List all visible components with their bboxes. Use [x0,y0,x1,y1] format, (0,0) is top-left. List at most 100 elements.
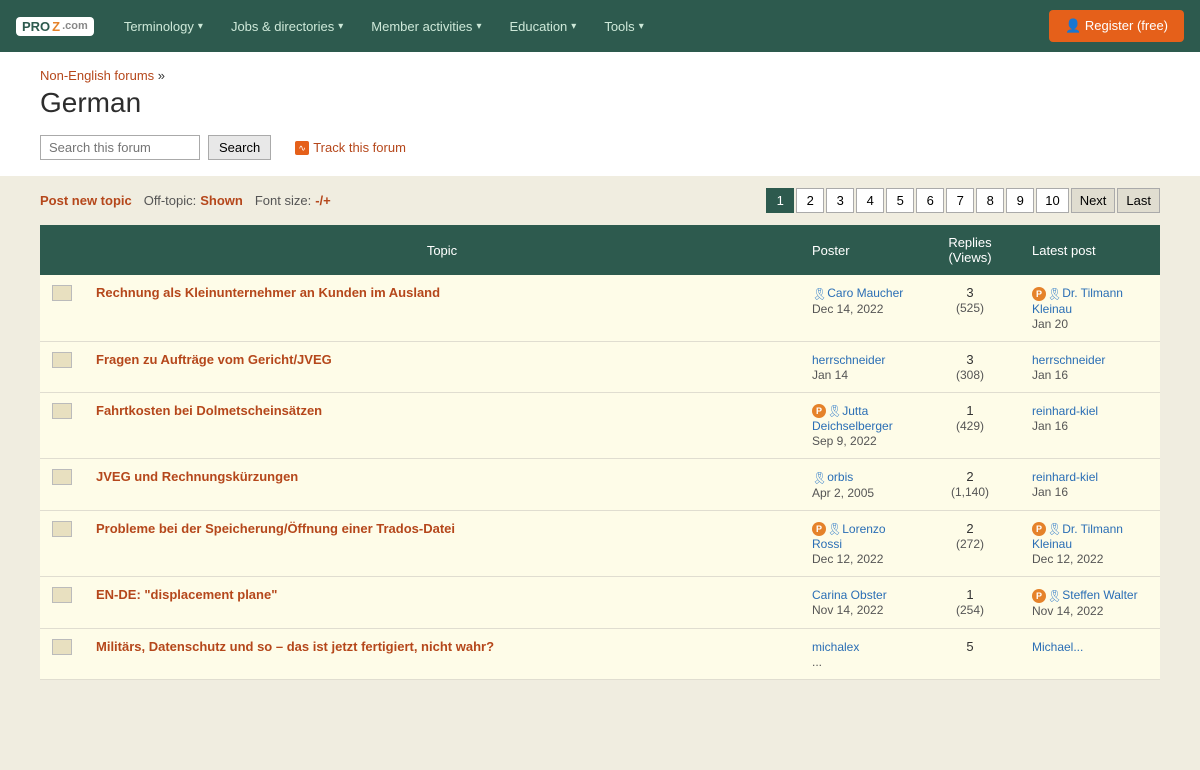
track-forum-link[interactable]: ∿ Track this forum [295,140,406,155]
nav-tools[interactable]: Tools ▾ [594,13,653,40]
table-row: Fragen zu Aufträge vom Gericht/JVEG herrs… [40,341,1160,392]
search-button[interactable]: Search [208,135,271,160]
replies-cell: 3(308) [920,341,1020,392]
post-type-icon [52,639,72,655]
nav-member-activities[interactable]: Member activities ▾ [361,13,491,40]
replies-views: (1,140) [951,485,989,499]
pro-badge: P [812,522,826,536]
replies-count: 2 [966,521,973,536]
next-page-button[interactable]: Next [1071,188,1116,213]
page-5-button[interactable]: 5 [886,188,914,213]
topic-link[interactable]: JVEG und Rechnungskürzungen [96,469,298,484]
latest-poster-link[interactable]: Steffen Walter [1062,588,1137,602]
post-type-icon [52,469,72,485]
breadcrumb-parent-link[interactable]: Non-English forums [40,68,154,83]
nav-education[interactable]: Education ▾ [499,13,586,40]
ribbon-badge: 🎗 [827,404,842,418]
page-4-button[interactable]: 4 [856,188,884,213]
topic-cell: JVEG und Rechnungskürzungen [84,459,800,511]
poster-cell: 🎗Caro MaucherDec 14, 2022 [800,275,920,341]
poster-name-link[interactable]: Caro Maucher [827,286,903,300]
replies-count: 3 [966,352,973,367]
poster-name-link[interactable]: orbis [827,470,853,484]
page-8-button[interactable]: 8 [976,188,1004,213]
topic-link[interactable]: Fragen zu Aufträge vom Gericht/JVEG [96,352,332,367]
latest-date: Nov 14, 2022 [1032,604,1103,618]
nav-jobs[interactable]: Jobs & directories ▾ [221,13,353,40]
page-7-button[interactable]: 7 [946,188,974,213]
latest-cell: herrschneiderJan 16 [1020,341,1160,392]
poster-name-link[interactable]: Carina Obster [812,588,887,602]
poster-date: Nov 14, 2022 [812,603,883,617]
page-2-button[interactable]: 2 [796,188,824,213]
fontsize-controls[interactable]: -/+ [315,193,331,208]
post-type-icon [52,352,72,368]
table-row: Rechnung als Kleinunternehmer an Kunden … [40,275,1160,341]
topic-link[interactable]: EN-DE: "displacement plane" [96,587,277,602]
nav-terminology[interactable]: Terminology ▾ [114,13,213,40]
chevron-down-icon: ▾ [338,21,343,32]
poster-name-link[interactable]: herrschneider [812,353,885,367]
row-icon-cell [40,341,84,392]
offtopic-label: Off-topic: [144,193,197,208]
search-input[interactable] [40,135,200,160]
replies-cell: 2(1,140) [920,459,1020,511]
poster-cell: 🎗orbisApr 2, 2005 [800,459,920,511]
chevron-down-icon: ▾ [571,21,576,32]
latest-poster-link[interactable]: reinhard-kiel [1032,404,1098,418]
table-row: Probleme bei der Speicherung/Öffnung ein… [40,510,1160,577]
latest-cell: Michael... [1020,628,1160,679]
topic-link[interactable]: Militärs, Datenschutz und so – das ist j… [96,639,494,654]
pagination: 1 2 3 4 5 6 7 8 9 10 Next Last [766,188,1160,213]
col-header-icon [40,225,84,275]
track-label: Track this forum [313,140,406,155]
offtopic-shown[interactable]: Shown [200,193,243,208]
row-icon-cell [40,510,84,577]
poster-date: Apr 2, 2005 [812,486,874,500]
nav-education-label: Education [509,19,567,34]
page-10-button[interactable]: 10 [1036,188,1068,213]
latest-poster-link[interactable]: Dr. Tilmann Kleinau [1032,286,1123,316]
post-type-icon [52,285,72,301]
fontsize-label: Font size: [255,193,311,208]
replies-views: (525) [956,301,984,315]
latest-poster-link[interactable]: reinhard-kiel [1032,470,1098,484]
page-6-button[interactable]: 6 [916,188,944,213]
page-3-button[interactable]: 3 [826,188,854,213]
poster-date: Dec 12, 2022 [812,552,883,566]
post-type-icon [52,587,72,603]
latest-date: Dec 12, 2022 [1032,552,1103,566]
post-new-topic-link[interactable]: Post new topic [40,193,132,208]
latest-date: Jan 16 [1032,485,1068,499]
last-page-button[interactable]: Last [1117,188,1160,213]
poster-name-link[interactable]: michalex [812,640,859,654]
logo-pro: PRO [22,19,50,34]
site-logo[interactable]: PROZ.com [16,17,94,36]
topic-link[interactable]: Fahrtkosten bei Dolmetscheinsätzen [96,403,322,418]
replies-views: (272) [956,537,984,551]
poster-date: Jan 14 [812,368,848,382]
col-header-replies: Replies(Views) [920,225,1020,275]
register-button[interactable]: 👤 Register (free) [1049,10,1184,42]
replies-cell: 2(272) [920,510,1020,577]
latest-cell: P🎗Steffen WalterNov 14, 2022 [1020,577,1160,629]
topic-link[interactable]: Probleme bei der Speicherung/Öffnung ein… [96,521,455,536]
topic-cell: EN-DE: "displacement plane" [84,577,800,629]
poster-date: Dec 14, 2022 [812,302,883,316]
poster-cell: michalex... [800,628,920,679]
poster-cell: Carina ObsterNov 14, 2022 [800,577,920,629]
latest-date: Jan 20 [1032,317,1068,331]
chevron-down-icon: ▾ [639,21,644,32]
page-9-button[interactable]: 9 [1006,188,1034,213]
pro-badge: P [1032,287,1046,301]
chevron-down-icon: ▾ [476,21,481,32]
latest-poster-link[interactable]: Michael... [1032,640,1083,654]
poster-cell: herrschneiderJan 14 [800,341,920,392]
replies-cell: 1(429) [920,392,1020,459]
topic-link[interactable]: Rechnung als Kleinunternehmer an Kunden … [96,285,440,300]
page-1-button[interactable]: 1 [766,188,794,213]
pro-badge: P [812,404,826,418]
row-icon-cell [40,628,84,679]
replies-count: 3 [966,285,973,300]
latest-poster-link[interactable]: herrschneider [1032,353,1105,367]
